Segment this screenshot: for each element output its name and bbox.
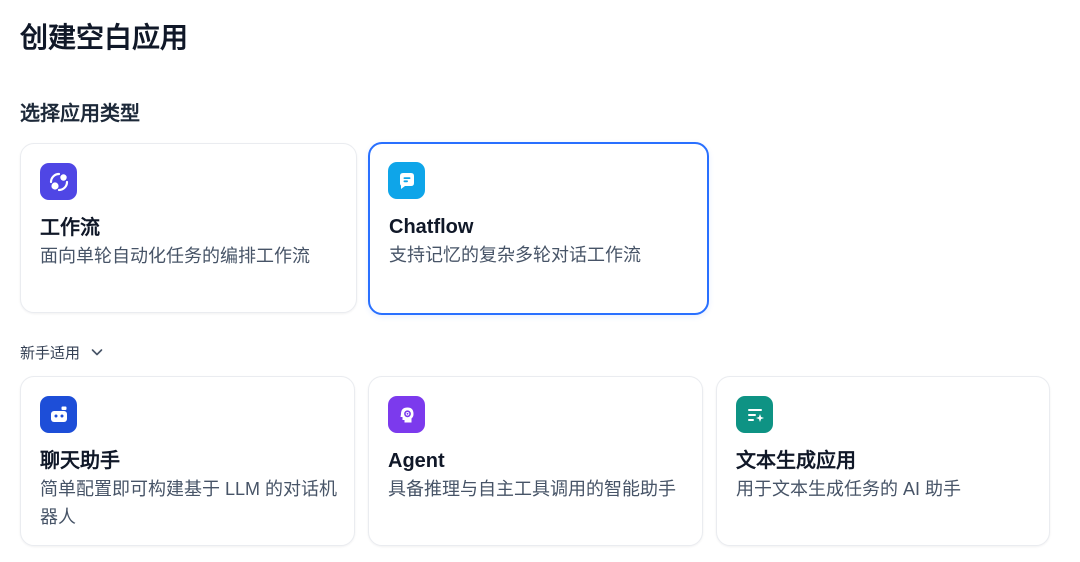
card-description: 面向单轮自动化任务的编排工作流 — [40, 246, 310, 266]
text-generation-icon — [736, 396, 773, 433]
chatbot-icon — [40, 396, 77, 433]
card-description: 用于文本生成任务的 AI 助手 — [736, 479, 962, 499]
card-description: 具备推理与自主工具调用的智能助手 — [388, 479, 676, 499]
chevron-down-icon — [90, 345, 104, 359]
chatflow-icon — [388, 162, 425, 199]
beginner-section-toggle[interactable]: 新手适用 — [20, 340, 104, 364]
app-type-card-text-generation[interactable]: 文本生成应用 用于文本生成任务的 AI 助手 — [716, 376, 1050, 546]
card-title: Chatflow — [389, 216, 474, 238]
agent-icon — [388, 396, 425, 433]
page-title: 创建空白应用 — [20, 22, 189, 53]
card-title: 文本生成应用 — [736, 450, 856, 472]
card-title: Agent — [388, 450, 445, 472]
app-type-card-workflow[interactable]: 工作流 面向单轮自动化任务的编排工作流 — [20, 143, 357, 313]
app-type-card-chatflow[interactable]: Chatflow 支持记忆的复杂多轮对话工作流 — [368, 142, 709, 315]
card-description: 简单配置即可构建基于 LLM 的对话机器人 — [40, 479, 338, 527]
create-blank-app-page: 创建空白应用 选择应用类型 工作流 面向单轮自动化任务的编排工作流 Chatfl… — [0, 0, 1080, 562]
beginner-label: 新手适用 — [20, 344, 81, 362]
app-type-card-chat-assistant[interactable]: 聊天助手 简单配置即可构建基于 LLM 的对话机器人 — [20, 376, 355, 546]
section-title: 选择应用类型 — [20, 103, 140, 125]
app-type-card-agent[interactable]: Agent 具备推理与自主工具调用的智能助手 — [368, 376, 703, 546]
card-description: 支持记忆的复杂多轮对话工作流 — [389, 245, 641, 265]
card-title: 工作流 — [40, 217, 100, 239]
card-title: 聊天助手 — [40, 450, 120, 472]
workflow-icon — [40, 163, 77, 200]
